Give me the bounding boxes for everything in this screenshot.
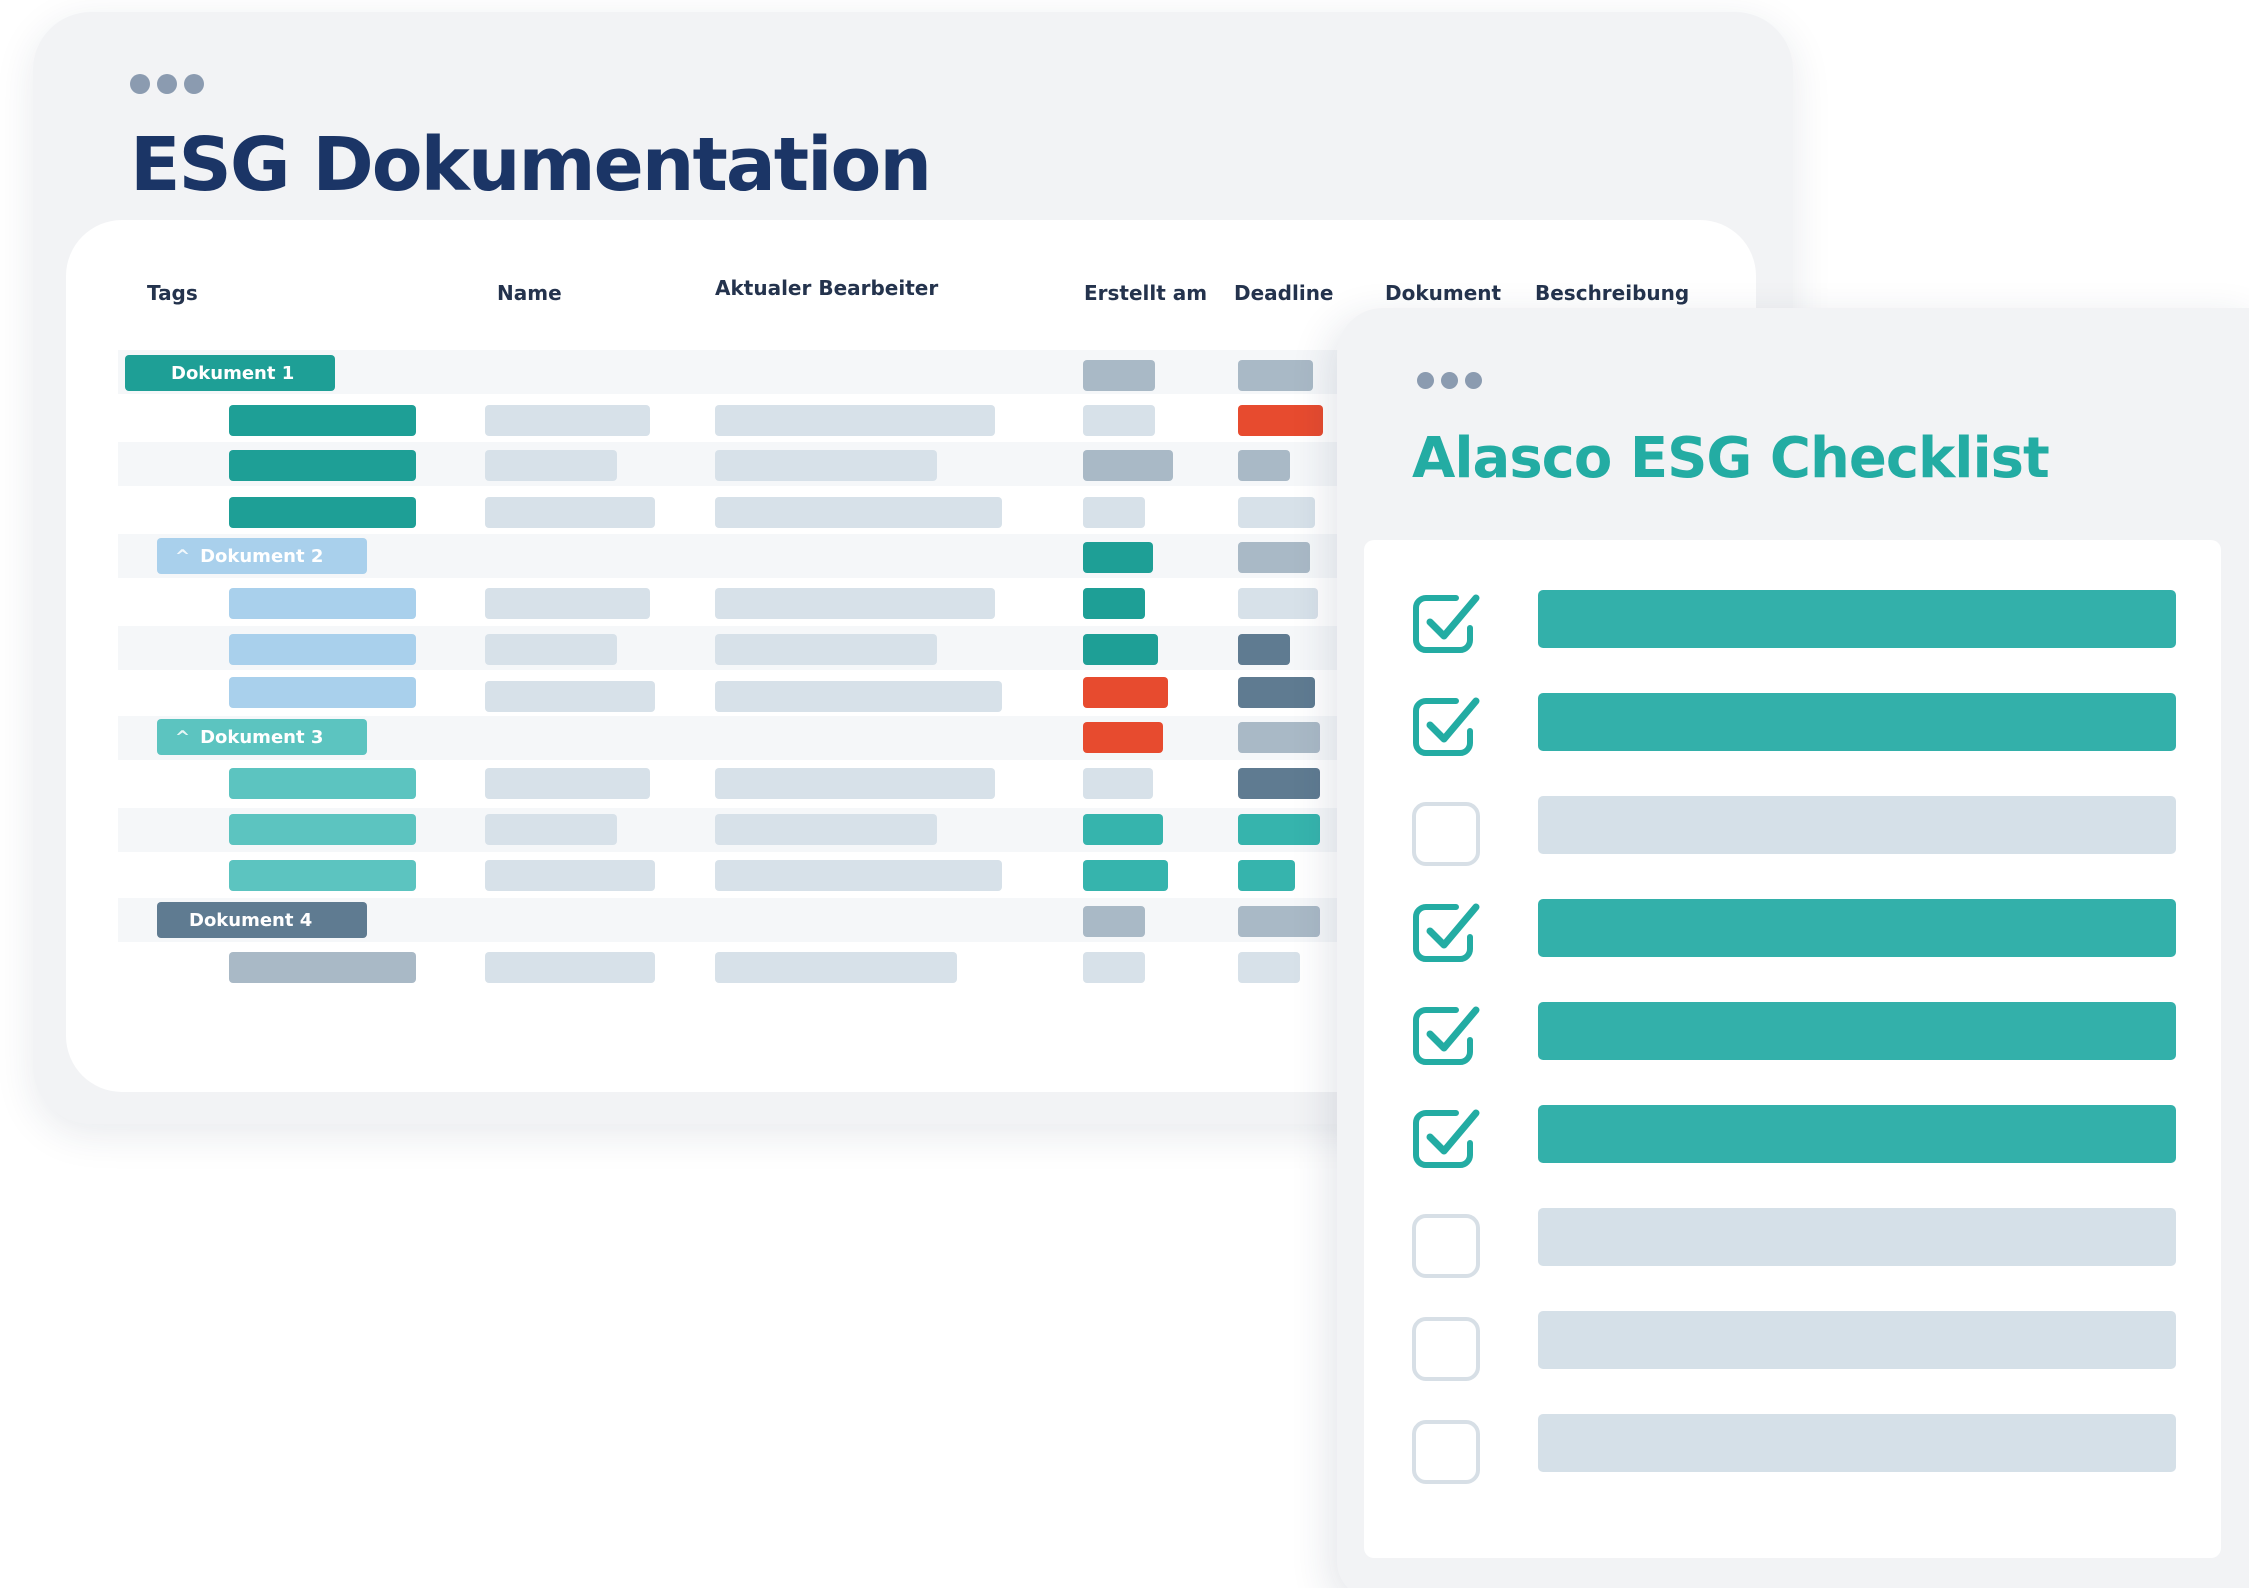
editor-placeholder [715, 405, 995, 436]
name-placeholder [485, 497, 655, 528]
checkbox-unchecked-icon[interactable] [1410, 1418, 1482, 1486]
group-tag-label: Dokument 1 [171, 362, 295, 384]
checklist-item-done[interactable] [1538, 1002, 2176, 1060]
editor-placeholder [715, 768, 995, 799]
column-header-deadline[interactable]: Deadline [1234, 281, 1334, 305]
column-header-document[interactable]: Dokument [1385, 281, 1501, 305]
created-date-placeholder [1083, 588, 1145, 619]
name-placeholder [485, 588, 650, 619]
group-tag-dokument-4[interactable]: Dokument 4 [157, 902, 367, 938]
window-menu-dots-icon[interactable] [130, 74, 204, 94]
name-placeholder [485, 405, 650, 436]
editor-placeholder [715, 588, 995, 619]
tag-placeholder[interactable] [229, 405, 416, 436]
tag-placeholder[interactable] [229, 450, 416, 481]
group-tag-dokument-2[interactable]: ^ Dokument 2 [157, 538, 367, 574]
name-placeholder [485, 952, 655, 983]
group-tag-label: Dokument 2 [200, 545, 324, 567]
deadline-overdue-placeholder [1238, 405, 1323, 436]
editor-placeholder [715, 450, 937, 481]
window-menu-dots-icon[interactable] [1417, 372, 1482, 389]
tag-placeholder[interactable] [229, 497, 416, 528]
chevron-up-icon[interactable]: ^ [175, 727, 190, 748]
deadline-placeholder [1238, 542, 1310, 573]
editor-placeholder [715, 497, 1002, 528]
checkbox-unchecked-icon[interactable] [1410, 800, 1482, 868]
deadline-placeholder [1238, 360, 1313, 391]
tag-placeholder[interactable] [229, 952, 416, 983]
created-date-overdue-placeholder [1083, 722, 1163, 753]
created-date-placeholder [1083, 405, 1155, 436]
editor-placeholder [715, 860, 1002, 891]
checkbox-unchecked-icon[interactable] [1410, 1315, 1482, 1383]
created-date-placeholder [1083, 360, 1155, 391]
tag-placeholder[interactable] [229, 814, 416, 845]
checklist-item-open[interactable] [1538, 1311, 2176, 1369]
name-placeholder [485, 860, 655, 891]
deadline-placeholder [1238, 952, 1300, 983]
checkbox-unchecked-icon[interactable] [1410, 1212, 1482, 1280]
chevron-up-icon[interactable]: ^ [175, 546, 190, 567]
created-date-placeholder [1083, 906, 1145, 937]
name-placeholder [485, 681, 655, 712]
deadline-placeholder [1238, 722, 1320, 753]
column-header-name[interactable]: Name [497, 281, 562, 305]
name-placeholder [485, 768, 650, 799]
created-date-placeholder [1083, 497, 1145, 528]
editor-placeholder [715, 952, 957, 983]
deadline-placeholder [1238, 677, 1315, 708]
name-placeholder [485, 814, 617, 845]
page-title: ESG Dokumentation [130, 122, 932, 208]
group-tag-dokument-1[interactable]: Dokument 1 [125, 355, 335, 391]
checklist-item-done[interactable] [1538, 899, 2176, 957]
editor-placeholder [715, 681, 1002, 712]
editor-placeholder [715, 634, 937, 665]
checkbox-checked-icon[interactable] [1410, 897, 1482, 965]
deadline-placeholder [1238, 814, 1320, 845]
column-header-description[interactable]: Beschreibung [1535, 281, 1689, 305]
name-placeholder [485, 450, 617, 481]
tag-placeholder[interactable] [229, 860, 416, 891]
tag-placeholder[interactable] [229, 768, 416, 799]
deadline-placeholder [1238, 588, 1318, 619]
created-date-placeholder [1083, 814, 1163, 845]
checklist-item-done[interactable] [1538, 693, 2176, 751]
created-date-placeholder [1083, 768, 1153, 799]
editor-placeholder [715, 814, 937, 845]
name-placeholder [485, 634, 617, 665]
deadline-placeholder [1238, 634, 1290, 665]
created-date-overdue-placeholder [1083, 677, 1168, 708]
column-header-created[interactable]: Erstellt am [1084, 281, 1207, 305]
checkbox-checked-icon[interactable] [1410, 588, 1482, 656]
created-date-placeholder [1083, 450, 1173, 481]
column-header-editor[interactable]: Aktualer Bearbeiter [715, 276, 938, 300]
created-date-placeholder [1083, 542, 1153, 573]
group-tag-label: Dokument 4 [189, 909, 313, 931]
checklist-item-done[interactable] [1538, 1105, 2176, 1163]
tag-placeholder[interactable] [229, 588, 416, 619]
deadline-placeholder [1238, 768, 1320, 799]
checkbox-checked-icon[interactable] [1410, 691, 1482, 759]
deadline-placeholder [1238, 450, 1290, 481]
column-header-tags[interactable]: Tags [147, 281, 198, 305]
created-date-placeholder [1083, 634, 1158, 665]
created-date-placeholder [1083, 860, 1168, 891]
checklist-item-open[interactable] [1538, 796, 2176, 854]
checklist-item-done[interactable] [1538, 590, 2176, 648]
checkbox-checked-icon[interactable] [1410, 1000, 1482, 1068]
group-tag-dokument-3[interactable]: ^ Dokument 3 [157, 719, 367, 755]
group-tag-label: Dokument 3 [200, 726, 324, 748]
tag-placeholder[interactable] [229, 634, 416, 665]
checkbox-checked-icon[interactable] [1410, 1103, 1482, 1171]
checklist-item-open[interactable] [1538, 1208, 2176, 1266]
tag-placeholder[interactable] [229, 677, 416, 708]
deadline-placeholder [1238, 906, 1320, 937]
deadline-placeholder [1238, 860, 1295, 891]
deadline-placeholder [1238, 497, 1315, 528]
created-date-placeholder [1083, 952, 1145, 983]
checklist-item-open[interactable] [1538, 1414, 2176, 1472]
checklist-title: Alasco ESG Checklist [1412, 426, 2050, 491]
